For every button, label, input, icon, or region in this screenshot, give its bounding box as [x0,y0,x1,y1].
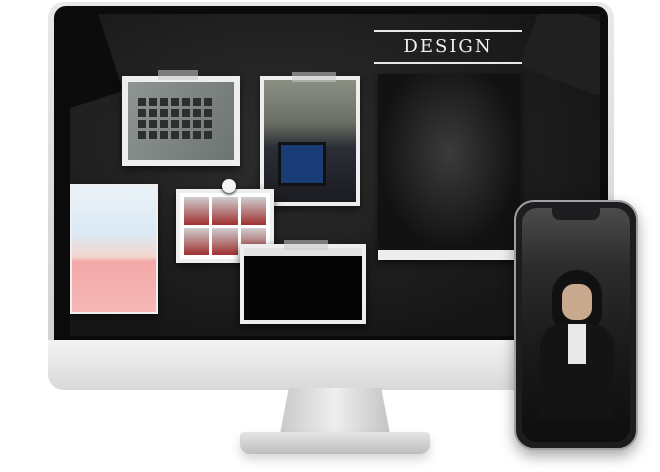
portrait-person [540,270,614,420]
photo-network-diagram [70,184,158,314]
design-heading: DESIGN [374,30,522,64]
photo-desk-monitor [260,76,360,206]
photo-portrait [378,74,520,260]
tape-strip [284,240,328,250]
tile-grid [138,98,212,139]
tape-strip [292,72,336,82]
monitor-stand-base [240,432,430,454]
device-mockup: DESIGN [0,0,660,472]
pushpin-icon [222,179,236,193]
monitor-stand-neck [280,388,390,434]
desk-monitor-image [278,142,326,186]
tape-strip [158,70,198,80]
notebook-image [70,14,124,113]
camera-image [518,14,600,98]
photo-terminal [240,244,366,324]
photo-plant-grid [122,76,240,166]
phone-display [522,208,630,442]
smartphone [514,200,638,450]
phone-notch [552,208,600,220]
